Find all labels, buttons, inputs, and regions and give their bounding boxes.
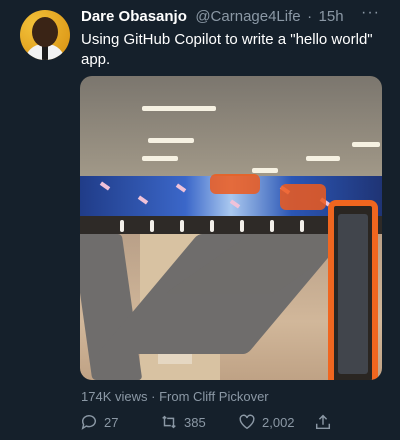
mural-shape [229, 199, 241, 209]
tweet-video[interactable] [80, 76, 382, 380]
like-count: 2,002 [262, 414, 295, 430]
meta-separator: · [151, 389, 156, 404]
bowling-pin [270, 220, 274, 232]
tweet-actions: 27 385 2,002 [80, 410, 390, 434]
source-label[interactable]: From Cliff Pickover [159, 389, 269, 404]
tweet-text: Using GitHub Copilot to write a "hello w… [81, 31, 373, 68]
author-name[interactable]: Dare Obasanjo [81, 8, 187, 25]
share-button[interactable] [314, 410, 332, 434]
retweet-count: 385 [184, 414, 206, 430]
retweet-icon [162, 415, 176, 429]
mural-shape [99, 181, 111, 191]
orange-device [328, 200, 378, 380]
bowling-pin [150, 220, 154, 232]
reply-button[interactable]: 27 [80, 410, 118, 434]
tweet[interactable]: Dare Obasanjo @Carnage4Life · 15h ··· Us… [0, 0, 400, 440]
ceiling-light [142, 156, 178, 161]
tweet-header: Dare Obasanjo @Carnage4Life · 15h [81, 8, 392, 28]
lane-gutter [80, 234, 143, 380]
reply-count: 27 [104, 414, 119, 430]
mural-shape [175, 183, 187, 193]
tweet-timestamp[interactable]: 15h [319, 8, 344, 25]
share-icon [315, 414, 331, 430]
ceiling-light [252, 168, 278, 173]
bowling-pin [120, 220, 124, 232]
tweet-meta: 174K views · From Cliff Pickover [81, 389, 269, 404]
bowling-pin [180, 220, 184, 232]
more-options-icon[interactable]: ··· [361, 4, 380, 22]
reply-icon [81, 415, 96, 430]
bowling-pin [210, 220, 214, 232]
bowling-pin [300, 220, 304, 232]
ceiling-light [142, 106, 216, 111]
ceiling-light [148, 138, 194, 143]
ceiling-light [352, 142, 380, 147]
avatar-face [32, 17, 58, 47]
like-icon [239, 414, 255, 430]
view-count: 174K views [81, 389, 148, 404]
mural-shape [137, 195, 149, 205]
avatar[interactable] [20, 10, 70, 60]
avatar-tie [42, 46, 48, 60]
author-handle[interactable]: @Carnage4Life [195, 8, 300, 25]
bowling-pin [240, 220, 244, 232]
motion-blur [210, 174, 260, 194]
header-separator: · [307, 8, 313, 25]
retweet-button[interactable]: 385 [160, 410, 206, 434]
video-ceiling [80, 76, 382, 181]
ceiling-light [306, 156, 340, 161]
motion-blur [280, 184, 326, 210]
device-screen [338, 214, 368, 374]
like-button[interactable]: 2,002 [238, 410, 295, 434]
